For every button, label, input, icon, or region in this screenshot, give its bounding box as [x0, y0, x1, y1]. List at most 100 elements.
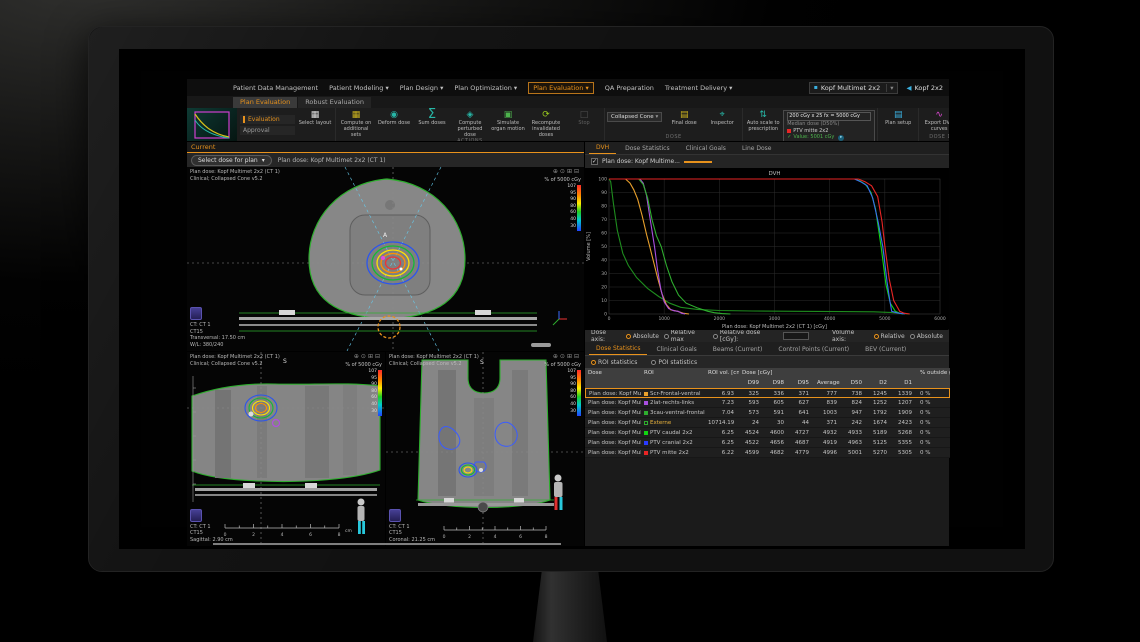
table-cell-value: 5189 [867, 428, 892, 438]
roi-statistics-radio[interactable]: ROI statistics [591, 359, 637, 366]
compute-additional-sets-button[interactable]: ▦Compute on additional sets [338, 110, 374, 138]
volume-axis-relative[interactable]: Relative [874, 333, 905, 340]
table-row-roi[interactable]: 2lat-rechts-links [641, 398, 705, 408]
table-row-roi[interactable]: Scr-Frontal-ventral [641, 388, 705, 398]
view-coronal[interactable]: 02468 S [386, 352, 584, 546]
beamset-indicator[interactable]: ◀ Kopf 2x2 [906, 84, 943, 92]
export-group: ∿Export DVH curves∿Export line doses DOS… [919, 108, 949, 141]
table-row-dose[interactable]: Plan dose: Kopf Multi... [585, 408, 641, 418]
radio-icon [626, 334, 631, 339]
plan-setup-group: ▤Plan setup [878, 108, 918, 141]
dose-axis-relative-dose[interactable]: Relative dose [cGy]: [713, 329, 778, 343]
final-dose-button[interactable]: ▤Final dose [666, 110, 702, 127]
export-dvh-curves-button[interactable]: ∿Export DVH curves [921, 110, 949, 133]
mode-evaluation[interactable]: Evaluation [240, 115, 295, 124]
table-cell-vol: 6.25 [705, 438, 739, 448]
menu-item-treatment-delivery[interactable]: Treatment Delivery ▾ [665, 84, 732, 92]
table-cell-value: 371 [789, 388, 814, 398]
stat-tab-bev-current-[interactable]: BEV (Current) [858, 345, 913, 355]
dose-group: Collapsed Cone ▾ ▤Final dose⌖Inspector D… [605, 108, 742, 141]
deform-dose-button[interactable]: ◉Deform dose [376, 110, 412, 127]
stat-tab-control-points-current-[interactable]: Control Points (Current) [771, 345, 856, 355]
analysis-tab-dose-statistics[interactable]: Dose Statistics [618, 144, 676, 154]
probe-icon[interactable]: ⊙ [560, 168, 567, 175]
tab-plan-evaluation[interactable]: Plan Evaluation [233, 97, 297, 108]
menu-item-plan-optimization[interactable]: Plan Optimization ▾ [454, 84, 517, 92]
menu-item-plan-evaluation[interactable]: Plan Evaluation ▾ [528, 82, 594, 94]
active-mode-bar [243, 116, 245, 123]
table-cell-value: 4682 [764, 448, 789, 458]
zoom-icon[interactable]: ⊞ [567, 353, 574, 360]
prescription-roi: PTV mitte 2x2 [787, 128, 871, 135]
expand-icon[interactable]: ⊟ [574, 168, 581, 175]
table-row-roi[interactable]: 3cau-ventral-frontal [641, 408, 705, 418]
table-row-dose[interactable]: Plan dose: Kopf Multi... [585, 428, 641, 438]
table-row-dose[interactable]: Plan dose: Kopf Multi... [585, 398, 641, 408]
dose-axis-absolute[interactable]: Absolute [626, 333, 659, 340]
expand-icon[interactable]: ⊟ [375, 353, 382, 360]
sigma-icon: Σ [428, 110, 436, 120]
table-cell-value: 4779 [789, 448, 814, 458]
plan-dose-label: Plan dose: Kopf Multimet 2x2 (CT 1) [278, 157, 386, 164]
plan-selector[interactable]: ▪ Kopf Multimet 2x2 ▾ [809, 82, 899, 94]
table-cell-value: 5270 [867, 448, 892, 458]
select-layout-button[interactable]: ▦ Select layout [297, 110, 333, 127]
menu-item-qa-preparation[interactable]: QA Preparation [605, 84, 654, 92]
menu-item-patient-modeling[interactable]: Patient Modeling ▾ [329, 84, 389, 92]
recompute-invalidated-doses-button[interactable]: ⟳Recompute invalidated doses [528, 110, 564, 138]
stat-tab-beams-current-[interactable]: Beams (Current) [706, 345, 770, 355]
simulate-organ-motion-button[interactable]: ▣Simulate organ motion [490, 110, 526, 133]
svg-text:0: 0 [443, 534, 446, 540]
pan-icon[interactable]: ⊕ [553, 353, 560, 360]
probe-icon[interactable]: ⊙ [361, 353, 368, 360]
table-cell-value: 325 [739, 388, 764, 398]
check-icon: ✓ [787, 134, 791, 141]
table-row-dose[interactable]: Plan dose: Kopf Multi... [585, 448, 641, 458]
table-cell-value: 1003 [814, 408, 842, 418]
probe-icon[interactable]: ⊙ [560, 353, 567, 360]
plan-setup-button[interactable]: ▤Plan setup [880, 110, 916, 127]
view-transversal[interactable]: A Plan dose: Kopf Multimet 2x2 (CT 1) Cl… [187, 167, 584, 351]
mode-approval[interactable]: Approval [240, 126, 295, 135]
splitter-handle[interactable] [213, 543, 561, 545]
inspector-button[interactable]: ⌖Inspector [704, 110, 740, 127]
analysis-tab-dvh[interactable]: DVH [589, 143, 616, 154]
table-row-roi[interactable]: PTV cranial 2x2 [641, 438, 705, 448]
pan-icon[interactable]: ⊕ [354, 353, 361, 360]
relative-dose-input[interactable] [783, 332, 809, 340]
stat-tab-clinical-goals[interactable]: Clinical Goals [649, 345, 703, 355]
tab-robust-evaluation[interactable]: Robust Evaluation [298, 97, 371, 108]
menu-item-patient-data-management[interactable]: Patient Data Management [233, 84, 318, 92]
select-dose-button[interactable]: Select dose for plan▾ [191, 155, 272, 166]
expand-icon[interactable]: ⊟ [574, 353, 581, 360]
table-row-roi[interactable]: Externe [641, 418, 705, 428]
auto-scale-button[interactable]: ⇅Auto scale to prescription [745, 110, 781, 133]
view-sagittal[interactable]: 02468 cm S [187, 352, 385, 546]
compute-perturbed-dose-button[interactable]: ◈Compute perturbed dose [452, 110, 488, 138]
table-row-roi[interactable]: PTV mitte 2x2 [641, 448, 705, 458]
stat-tab-dose-statistics[interactable]: Dose Statistics [589, 344, 647, 355]
algorithm-dropdown[interactable]: Collapsed Cone ▾ [607, 112, 662, 122]
info-circle-icon[interactable]: ▸ [838, 135, 844, 141]
sum-doses-button[interactable]: ΣSum doses [414, 110, 450, 127]
analysis-tab-clinical-goals[interactable]: Clinical Goals [679, 144, 733, 154]
zoom-icon[interactable]: ⊞ [368, 353, 375, 360]
dvh-chart[interactable]: 0100020003000400050006000010203040506070… [585, 168, 949, 329]
menu-item-plan-design[interactable]: Plan Design ▾ [400, 84, 444, 92]
table-cell-value: 4656 [764, 438, 789, 448]
table-row-dose[interactable]: Plan dose: Kopf Multi... [585, 418, 641, 428]
table-row-roi[interactable]: PTV caudal 2x2 [641, 428, 705, 438]
table-row-dose[interactable]: Plan dose: Kopf Multi... [585, 388, 641, 398]
volume-axis-absolute[interactable]: Absolute [910, 333, 943, 340]
table-cell-vol: 6.22 [705, 448, 739, 458]
analysis-tab-line-dose[interactable]: Line Dose [735, 144, 779, 154]
legend-checkbox[interactable]: ✓ [591, 158, 598, 165]
zoom-icon[interactable]: ⊞ [567, 168, 574, 175]
chevron-down-icon[interactable]: ▾ [886, 84, 893, 92]
table-row-dose[interactable]: Plan dose: Kopf Multi... [585, 438, 641, 448]
poi-statistics-radio[interactable]: POI statistics [651, 359, 697, 366]
pan-icon[interactable]: ⊕ [553, 168, 560, 175]
col-subheader: D2 [867, 378, 892, 388]
final-dose-icon: ▤ [680, 110, 689, 120]
dose-axis-relative-max[interactable]: Relative max [664, 329, 708, 343]
